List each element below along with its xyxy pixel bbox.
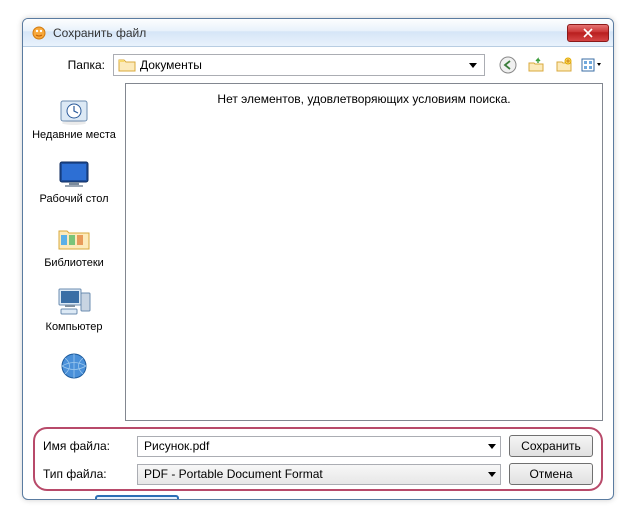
up-one-level-button[interactable] (525, 54, 547, 76)
place-label: Недавние места (32, 129, 116, 141)
empty-message: Нет элементов, удовлетворяющих условиям … (217, 92, 510, 420)
save-file-dialog: Сохранить файл Папка: Документы (22, 18, 614, 500)
filetype-value: PDF - Portable Document Format (144, 467, 323, 481)
titlebar: Сохранить файл (23, 19, 613, 47)
chevron-down-icon (488, 439, 496, 453)
places-bar: Недавние места Рабочий стол Библиотеки К… (23, 83, 125, 421)
new-folder-button[interactable] (553, 54, 575, 76)
preserve-date-label: Сохранять исходные дату/время (208, 499, 391, 500)
filetype-row: Тип файла: PDF - Portable Document Forma… (43, 463, 593, 485)
options-button[interactable]: Опции (95, 495, 179, 500)
file-list[interactable]: Нет элементов, удовлетворяющих условиям … (125, 83, 603, 421)
folder-toolbar: Папка: Документы (23, 47, 613, 83)
place-label: Библиотеки (44, 257, 104, 269)
folder-label: Папка: (43, 58, 113, 72)
desktop-icon (55, 157, 93, 191)
filetype-dropdown[interactable]: PDF - Portable Document Format (137, 464, 501, 485)
libraries-icon (55, 221, 93, 255)
highlight-annotation: Имя файла: Рисунок.pdf Сохранить Тип фай… (33, 427, 603, 491)
save-button[interactable]: Сохранить (509, 435, 593, 457)
folder-icon (118, 57, 136, 73)
place-libraries[interactable]: Библиотеки (28, 217, 120, 273)
filetype-label: Тип файла: (43, 467, 129, 481)
app-icon (31, 25, 47, 41)
window-title: Сохранить файл (53, 26, 567, 40)
place-network[interactable] (28, 345, 120, 389)
place-desktop[interactable]: Рабочий стол (28, 153, 120, 209)
folder-value: Документы (140, 58, 466, 72)
chevron-down-icon (466, 58, 480, 72)
view-menu-button[interactable] (581, 54, 603, 76)
place-label: Компьютер (46, 321, 103, 333)
close-button[interactable] (567, 24, 609, 42)
filename-label: Имя файла: (43, 439, 129, 453)
bottom-panel: Имя файла: Рисунок.pdf Сохранить Тип фай… (23, 421, 613, 500)
place-label: Рабочий стол (39, 193, 108, 205)
filename-value: Рисунок.pdf (144, 439, 209, 453)
dialog-body: Недавние места Рабочий стол Библиотеки К… (23, 83, 613, 421)
place-recent[interactable]: Недавние места (28, 89, 120, 145)
computer-icon (55, 285, 93, 319)
back-button[interactable] (497, 54, 519, 76)
recent-places-icon (55, 93, 93, 127)
network-icon (55, 349, 93, 383)
folder-dropdown[interactable]: Документы (113, 54, 485, 76)
filename-row: Имя файла: Рисунок.pdf Сохранить (43, 435, 593, 457)
preserve-date-checkbox[interactable] (189, 500, 202, 501)
extras-row: Опции Сохранять исходные дату/время (33, 491, 603, 500)
chevron-down-icon (488, 467, 496, 481)
preserve-date-checkbox-wrap: Сохранять исходные дату/время (189, 499, 391, 500)
toolbar-icons (497, 54, 603, 76)
cancel-button[interactable]: Отмена (509, 463, 593, 485)
filename-input[interactable]: Рисунок.pdf (137, 436, 501, 457)
place-computer[interactable]: Компьютер (28, 281, 120, 337)
